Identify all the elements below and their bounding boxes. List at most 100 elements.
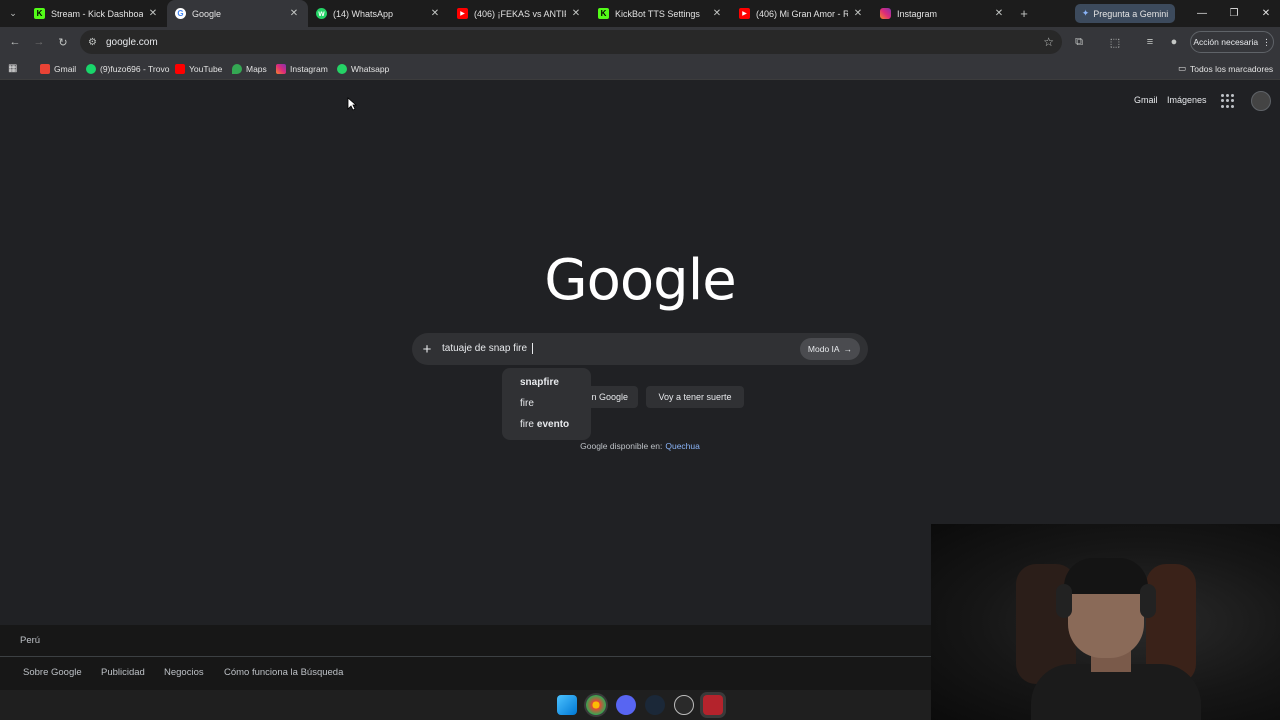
plus-icon: + (1020, 6, 1028, 21)
headset-icon (1140, 584, 1156, 618)
arrow-right-icon: → (843, 344, 853, 354)
bookmark-instagram[interactable]: Instagram (276, 61, 328, 76)
obs-icon[interactable] (674, 695, 694, 715)
language-offer: Google disponible en: Quechua (0, 441, 1280, 451)
bookmark-gmail[interactable]: Gmail (40, 61, 76, 76)
all-bookmarks-button[interactable]: ▭ Todos los marcadores (1178, 61, 1273, 76)
suggestion-bold: evento (536, 419, 570, 430)
tab-google[interactable]: G Google ✕ (167, 0, 308, 27)
tab-title: (14) WhatsApp (333, 8, 394, 19)
close-icon[interactable]: ✕ (570, 8, 582, 19)
headset-icon (1056, 584, 1072, 618)
bookmark-star-icon[interactable]: ☆ (1043, 35, 1054, 49)
webcam-hair (1064, 558, 1148, 594)
apps-shortcut[interactable]: ▦ (8, 61, 17, 76)
windows-start-icon[interactable] (557, 695, 577, 715)
bookmark-label: Whatsapp (351, 63, 390, 74)
bookmark-label: (9)fuzo696 - Trovo (100, 63, 170, 74)
extensions-icon[interactable]: ⧉ (1070, 33, 1088, 51)
steam-icon[interactable] (645, 695, 665, 715)
youtube-icon (175, 63, 185, 74)
webcam-overlay (931, 524, 1280, 720)
forward-button[interactable]: → (30, 33, 48, 51)
suggestion-item[interactable]: fire evento (502, 414, 591, 435)
dota-icon[interactable] (703, 695, 723, 715)
footer-link-business[interactable]: Negocios (164, 667, 204, 678)
suggestion-plain: fire (520, 419, 534, 430)
bookmark-trovo[interactable]: (9)fuzo696 - Trovo (86, 61, 169, 76)
back-button[interactable]: ← (6, 33, 24, 51)
language-link-quechua[interactable]: Quechua (665, 441, 700, 451)
screenshot-icon[interactable]: ⬚ (1106, 33, 1124, 51)
tab-title: (406) ¡FEKAS vs ANTIFE (474, 8, 566, 19)
tab-title: KickBot TTS Settings (615, 8, 700, 19)
tab-strip: ⌄ K Stream - Kick Dashboard ✕ G Google ✕… (0, 0, 1280, 27)
trovo-icon (86, 63, 96, 74)
new-tab-button[interactable]: + (1013, 6, 1035, 21)
tab-instagram[interactable]: Instagram ✕ (872, 0, 1013, 27)
text-caret (531, 343, 533, 355)
tab-youtube-fekas[interactable]: ▶ (406) ¡FEKAS vs ANTIFE ✕ (449, 0, 590, 27)
window-controls: — ❐ ✕ (1186, 0, 1280, 27)
close-icon[interactable]: ✕ (147, 8, 159, 19)
ai-mode-button[interactable]: Modo IA → (800, 338, 860, 360)
search-box[interactable]: + tatuaje de snap fire Modo IA → (412, 333, 868, 365)
youtube-icon: ▶ (457, 8, 468, 19)
profile-toolbar-icon[interactable]: ● (1165, 33, 1183, 51)
address-bar[interactable]: ⚙ google.com ☆ (80, 30, 1062, 54)
chrome-icon[interactable] (586, 695, 606, 715)
tab-kickbot-tts[interactable]: K KickBot TTS Settings ✕ (590, 0, 731, 27)
close-icon[interactable]: ✕ (429, 8, 441, 19)
country-label: Perú (20, 635, 41, 646)
media-control-icon[interactable]: ≡ (1141, 33, 1159, 51)
gmail-icon (40, 63, 50, 74)
suggestion-plain: fire (520, 398, 534, 409)
action-required-button[interactable]: Acción necesaria ⋮ (1190, 31, 1274, 53)
kick-icon: K (598, 8, 609, 19)
footer-link-how-search-works[interactable]: Cómo funciona la Búsqueda (224, 667, 343, 678)
close-icon[interactable]: ✕ (711, 8, 723, 19)
gmail-link[interactable]: Gmail (1134, 95, 1158, 105)
reload-button[interactable]: ↻ (54, 33, 72, 51)
close-window-icon[interactable]: ✕ (1250, 8, 1280, 19)
maps-icon (232, 63, 242, 74)
tab-whatsapp[interactable]: w (14) WhatsApp ✕ (308, 0, 449, 27)
grid-icon: ▦ (8, 63, 18, 74)
ai-mode-label: Modo IA (807, 344, 840, 354)
images-link[interactable]: Imágenes (1167, 95, 1207, 105)
minimize-icon[interactable]: — (1186, 8, 1218, 19)
bookmark-youtube[interactable]: YouTube (175, 61, 222, 76)
tab-search-button[interactable]: ⌄ (0, 0, 26, 27)
close-icon[interactable]: ✕ (993, 8, 1005, 19)
tab-title: Instagram (897, 8, 938, 19)
bookmark-maps[interactable]: Maps (232, 61, 267, 76)
tab-youtube-amor[interactable]: ▶ (406) Mi Gran Amor - Rap ✕ (731, 0, 872, 27)
gemini-button[interactable]: ✦ Pregunta a Gemini (1075, 4, 1175, 23)
footer-link-ads[interactable]: Publicidad (101, 667, 145, 678)
restore-icon[interactable]: ❐ (1218, 8, 1250, 19)
suggestion-item[interactable]: fire (502, 393, 591, 414)
avatar[interactable] (1251, 91, 1271, 111)
bookmark-whatsapp[interactable]: Whatsapp (337, 61, 389, 76)
suggestion-item[interactable]: snapfire (502, 372, 591, 393)
close-icon[interactable]: ✕ (852, 8, 864, 19)
footer-link-about[interactable]: Sobre Google (23, 667, 82, 678)
discord-icon[interactable] (616, 695, 636, 715)
google-icon: G (175, 8, 186, 19)
site-info-icon[interactable]: ⚙ (88, 37, 106, 48)
plus-icon[interactable]: + (412, 341, 442, 358)
close-icon[interactable]: ✕ (288, 8, 300, 19)
bookmarks-bar: ▦ Gmail (9)fuzo696 - Trovo YouTube Maps … (0, 57, 1280, 80)
all-bookmarks-label: Todos los marcadores (1190, 63, 1274, 74)
toolbar: ← → ↻ ⚙ google.com ☆ ⧉ ⬚ ≡ ● Acción nece… (0, 27, 1280, 57)
tab-title: Google (192, 8, 222, 19)
google-apps-icon[interactable] (1221, 94, 1235, 108)
lucky-button[interactable]: Voy a tener suerte (646, 386, 744, 408)
address-text: google.com (106, 36, 158, 48)
gemini-icon: ✦ (1081, 8, 1090, 18)
google-logo: Google (544, 248, 736, 313)
bookmark-label: Gmail (54, 63, 77, 74)
tab-kick-dashboard[interactable]: K Stream - Kick Dashboard ✕ (26, 0, 167, 27)
more-vert-icon: ⋮ (1262, 36, 1271, 47)
screen: ⌄ K Stream - Kick Dashboard ✕ G Google ✕… (0, 0, 1280, 720)
